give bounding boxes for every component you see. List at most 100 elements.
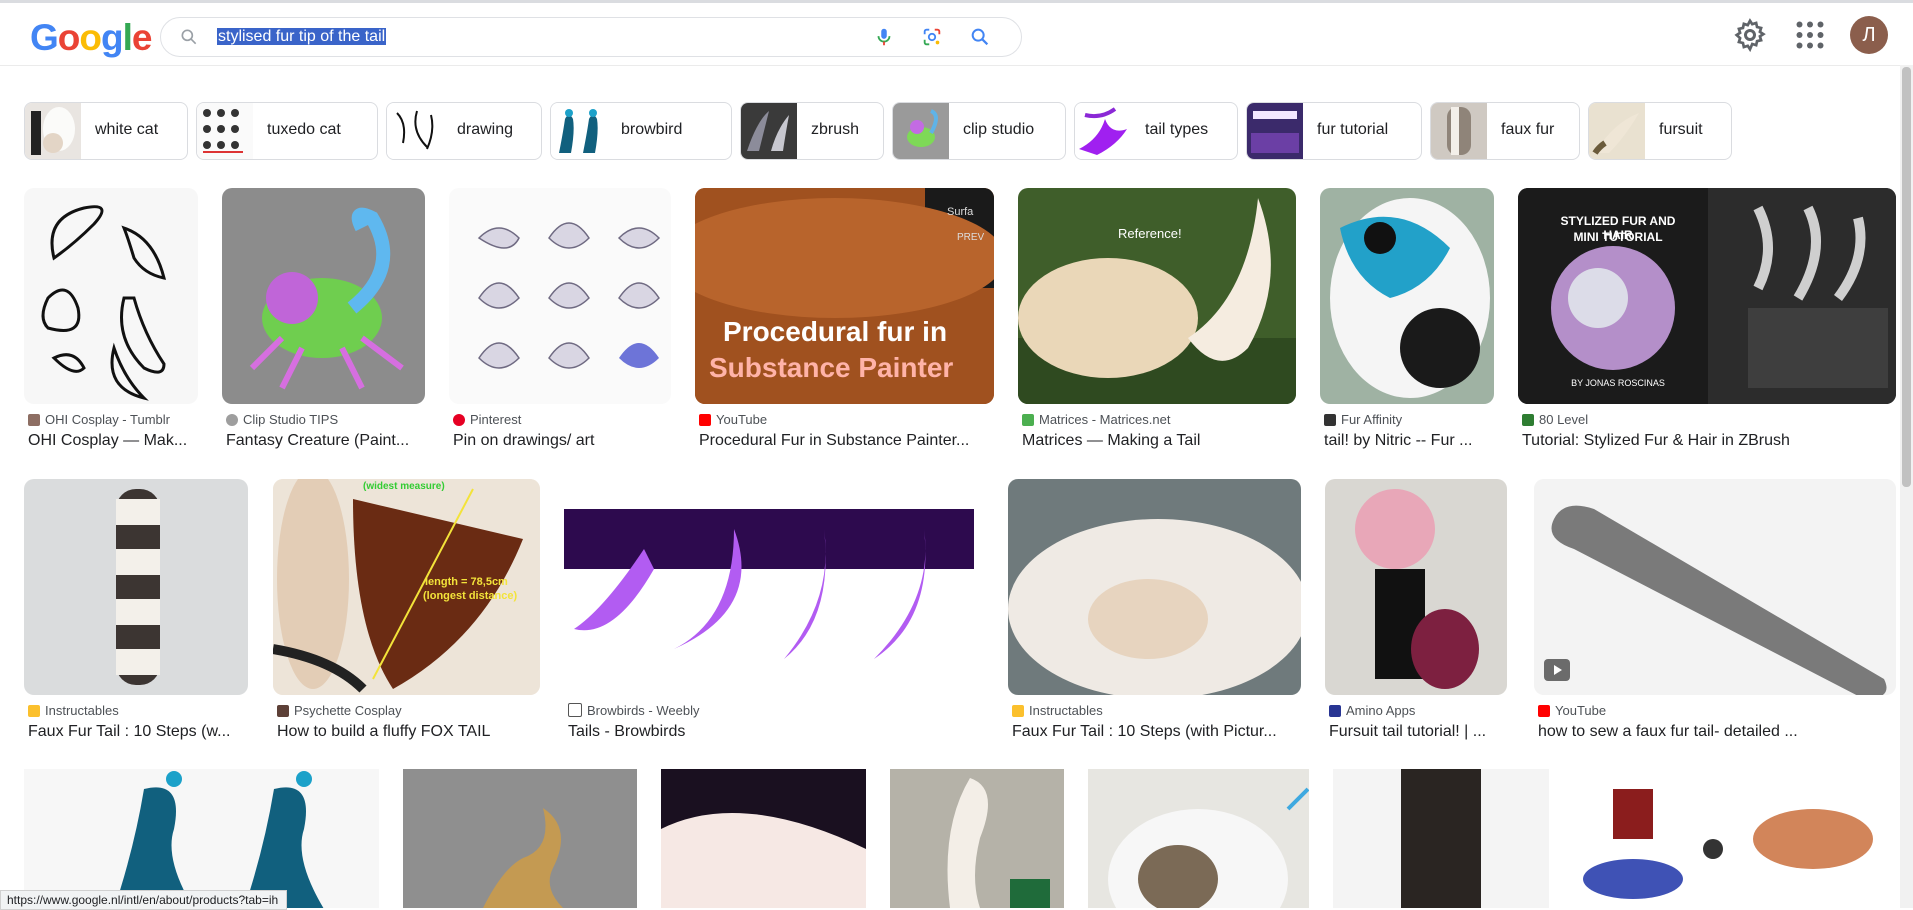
result-title[interactable]: Procedural Fur in Substance Painter... — [699, 432, 995, 450]
result-image[interactable] — [564, 479, 984, 695]
result-image[interactable] — [1333, 769, 1549, 908]
result-image[interactable] — [24, 479, 248, 695]
result-title[interactable]: how to sew a faux fur tail- detailed ... — [1538, 723, 1898, 741]
result-source[interactable]: Amino Apps — [1329, 703, 1415, 718]
settings-gear-icon[interactable] — [1732, 17, 1768, 53]
chip-label: tail types — [1145, 121, 1209, 138]
account-avatar[interactable]: Л — [1850, 16, 1888, 54]
chip-thumbnail — [1247, 103, 1303, 159]
result-source[interactable]: YouTube — [1538, 703, 1606, 718]
site-favicon-icon — [1329, 705, 1341, 717]
result-source[interactable]: Clip Studio TIPS — [226, 412, 338, 427]
result-image[interactable] — [1573, 769, 1896, 908]
chip-tail-types[interactable]: tail types — [1074, 102, 1238, 160]
search-input[interactable]: stylised fur tip of the tail — [217, 27, 387, 47]
source-name: Pinterest — [470, 412, 522, 427]
chip-tuxedo-cat[interactable]: tuxedo cat — [196, 102, 378, 160]
result-title[interactable]: OHI Cosplay — Mak... — [28, 432, 198, 450]
result-image[interactable] — [24, 188, 198, 404]
result-source[interactable]: Fur Affinity — [1324, 412, 1402, 427]
result-title[interactable]: Faux Fur Tail : 10 Steps (w... — [28, 723, 250, 741]
source-name: OHI Cosplay - Tumblr — [45, 412, 170, 427]
result-image[interactable] — [1088, 769, 1309, 908]
result-title[interactable]: Matrices — Making a Tail — [1022, 432, 1298, 450]
google-apps-icon[interactable] — [1792, 17, 1828, 53]
result-source[interactable]: YouTube — [699, 412, 767, 427]
google-lens-icon[interactable] — [921, 26, 943, 48]
image-overlay-text: BY JONAS ROSCINAS — [1571, 378, 1665, 388]
site-favicon-icon — [1522, 414, 1534, 426]
image-overlay-text: Surfa — [947, 206, 974, 218]
video-play-icon[interactable] — [1544, 659, 1570, 681]
result-image[interactable] — [1008, 479, 1301, 695]
chip-fur-tutorial[interactable]: fur tutorial — [1246, 102, 1422, 160]
chip-label: clip studio — [963, 121, 1035, 138]
result-source[interactable]: Instructables — [1012, 703, 1103, 718]
chip-label: fursuit — [1659, 121, 1703, 138]
result-image[interactable] — [1325, 479, 1507, 695]
result-source[interactable]: 80 Level — [1522, 412, 1588, 427]
result-image[interactable] — [1534, 479, 1896, 695]
result-source[interactable]: OHI Cosplay - Tumblr — [28, 412, 170, 427]
result-title[interactable]: Faux Fur Tail : 10 Steps (with Pictur... — [1012, 723, 1303, 741]
google-logo[interactable]: Google — [30, 17, 152, 59]
chip-white-cat[interactable]: white cat — [24, 102, 188, 160]
search-submit-icon[interactable] — [969, 26, 991, 48]
image-overlay-text: MINI TUTORIAL — [1573, 230, 1663, 244]
result-title[interactable]: Pin on drawings/ art — [453, 432, 673, 450]
microphone-icon[interactable] — [873, 26, 895, 48]
result-source[interactable]: Pinterest — [453, 412, 521, 427]
chip-fursuit[interactable]: fursuit — [1588, 102, 1732, 160]
source-name: YouTube — [1555, 703, 1607, 718]
scrollbar-thumb[interactable] — [1902, 67, 1911, 487]
result-title[interactable]: How to build a fluffy FOX TAIL — [277, 723, 542, 741]
result-image[interactable] — [403, 769, 637, 908]
search-query-text: stylised fur tip of the tail — [217, 28, 387, 45]
youtube-icon — [1538, 705, 1550, 717]
result-image[interactable]: Surfa PREV Procedural fur in Substance P… — [695, 188, 994, 404]
result-source[interactable]: Browbirds - Weebly — [568, 703, 699, 718]
chip-label: tuxedo cat — [267, 121, 341, 138]
result-title[interactable]: Tails - Browbirds — [568, 723, 986, 741]
result-image[interactable] — [449, 188, 671, 404]
site-favicon-icon — [28, 705, 40, 717]
logo-letter: o — [57, 17, 81, 58]
chip-faux-fur[interactable]: faux fur — [1430, 102, 1580, 160]
chip-drawing[interactable]: drawing — [386, 102, 542, 160]
result-image[interactable] — [661, 769, 866, 908]
result-title[interactable]: Fantasy Creature (Paint... — [226, 432, 426, 450]
image-overlay-text: PREV — [957, 232, 985, 243]
pinterest-icon — [453, 414, 465, 426]
result-image-art — [1534, 479, 1896, 695]
result-source[interactable]: Instructables — [28, 703, 119, 718]
chip-thumbnail — [197, 103, 253, 159]
result-title[interactable]: Fursuit tail tutorial! | ... — [1329, 723, 1509, 741]
chip-thumbnail — [1431, 103, 1487, 159]
source-name: Instructables — [1029, 703, 1103, 718]
result-source[interactable]: Psychette Cosplay — [277, 703, 402, 718]
chip-browbird[interactable]: browbird — [550, 102, 732, 160]
source-name: Fur Affinity — [1341, 412, 1403, 427]
result-image[interactable] — [24, 769, 379, 908]
site-favicon-icon — [28, 414, 40, 426]
result-image[interactable]: STYLIZED FUR AND HAIR MINI TUTORIAL BY J… — [1518, 188, 1896, 404]
source-name: 80 Level — [1539, 412, 1589, 427]
chip-thumbnail — [387, 103, 443, 159]
result-title[interactable]: Tutorial: Stylized Fur & Hair in ZBrush — [1522, 432, 1898, 450]
result-image[interactable] — [890, 769, 1064, 908]
vertical-scrollbar[interactable] — [1900, 65, 1913, 908]
source-name: YouTube — [716, 412, 768, 427]
header: Google stylised fur tip of the tail Л — [0, 3, 1900, 66]
result-title[interactable]: tail! by Nitric -- Fur ... — [1324, 432, 1496, 450]
result-source[interactable]: Matrices - Matrices.net — [1022, 412, 1170, 427]
result-image[interactable]: (widest measure) length = 78,5cm (longes… — [273, 479, 540, 695]
chip-clip-studio[interactable]: clip studio — [892, 102, 1066, 160]
result-image[interactable]: Reference! — [1018, 188, 1296, 404]
chip-thumbnail — [1589, 103, 1645, 159]
chip-zbrush[interactable]: zbrush — [740, 102, 884, 160]
result-image[interactable] — [1320, 188, 1494, 404]
result-image[interactable] — [222, 188, 425, 404]
source-name: Psychette Cosplay — [294, 703, 402, 718]
chip-label: drawing — [457, 121, 514, 138]
search-box[interactable]: stylised fur tip of the tail — [160, 17, 1022, 57]
